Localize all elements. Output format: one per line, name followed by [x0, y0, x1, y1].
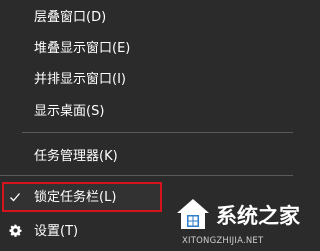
- taskbar-context-menu: 层叠窗口(D) 堆叠显示窗口(E) 并排显示窗口(I) 显示桌面(S) 任务管理…: [0, 0, 300, 251]
- menu-item-label: 层叠窗口(D): [34, 9, 107, 25]
- menu-item-task-manager[interactable]: 任务管理器(K): [0, 139, 293, 173]
- gear-icon: [9, 224, 22, 237]
- watermark-title: 系统之家: [216, 204, 300, 228]
- menu-separator: [0, 175, 293, 176]
- menu-item-label: 堆叠显示窗口(E): [34, 40, 131, 56]
- menu-item-stack-windows[interactable]: 堆叠显示窗口(E): [0, 31, 293, 65]
- menu-item-label: 任务管理器(K): [34, 148, 118, 164]
- house-logo-icon: [177, 199, 209, 229]
- menu-item-show-desktop[interactable]: 显示桌面(S): [0, 94, 293, 128]
- menu-item-label: 并排显示窗口(I): [34, 71, 126, 87]
- watermark: 系统之家 XITONGZHIJIA.NET: [174, 196, 300, 251]
- checkmark-icon: [10, 193, 20, 202]
- menu-item-label: 显示桌面(S): [34, 103, 105, 119]
- menu-item-cascade-windows[interactable]: 层叠窗口(D): [0, 0, 293, 34]
- menu-item-label: 锁定任务栏(L): [34, 189, 117, 205]
- watermark-url: XITONGZHIJIA.NET: [182, 236, 264, 246]
- menu-item-side-by-side-windows[interactable]: 并排显示窗口(I): [0, 62, 293, 96]
- menu-separator: [22, 132, 293, 133]
- menu-item-label: 设置(T): [34, 223, 79, 239]
